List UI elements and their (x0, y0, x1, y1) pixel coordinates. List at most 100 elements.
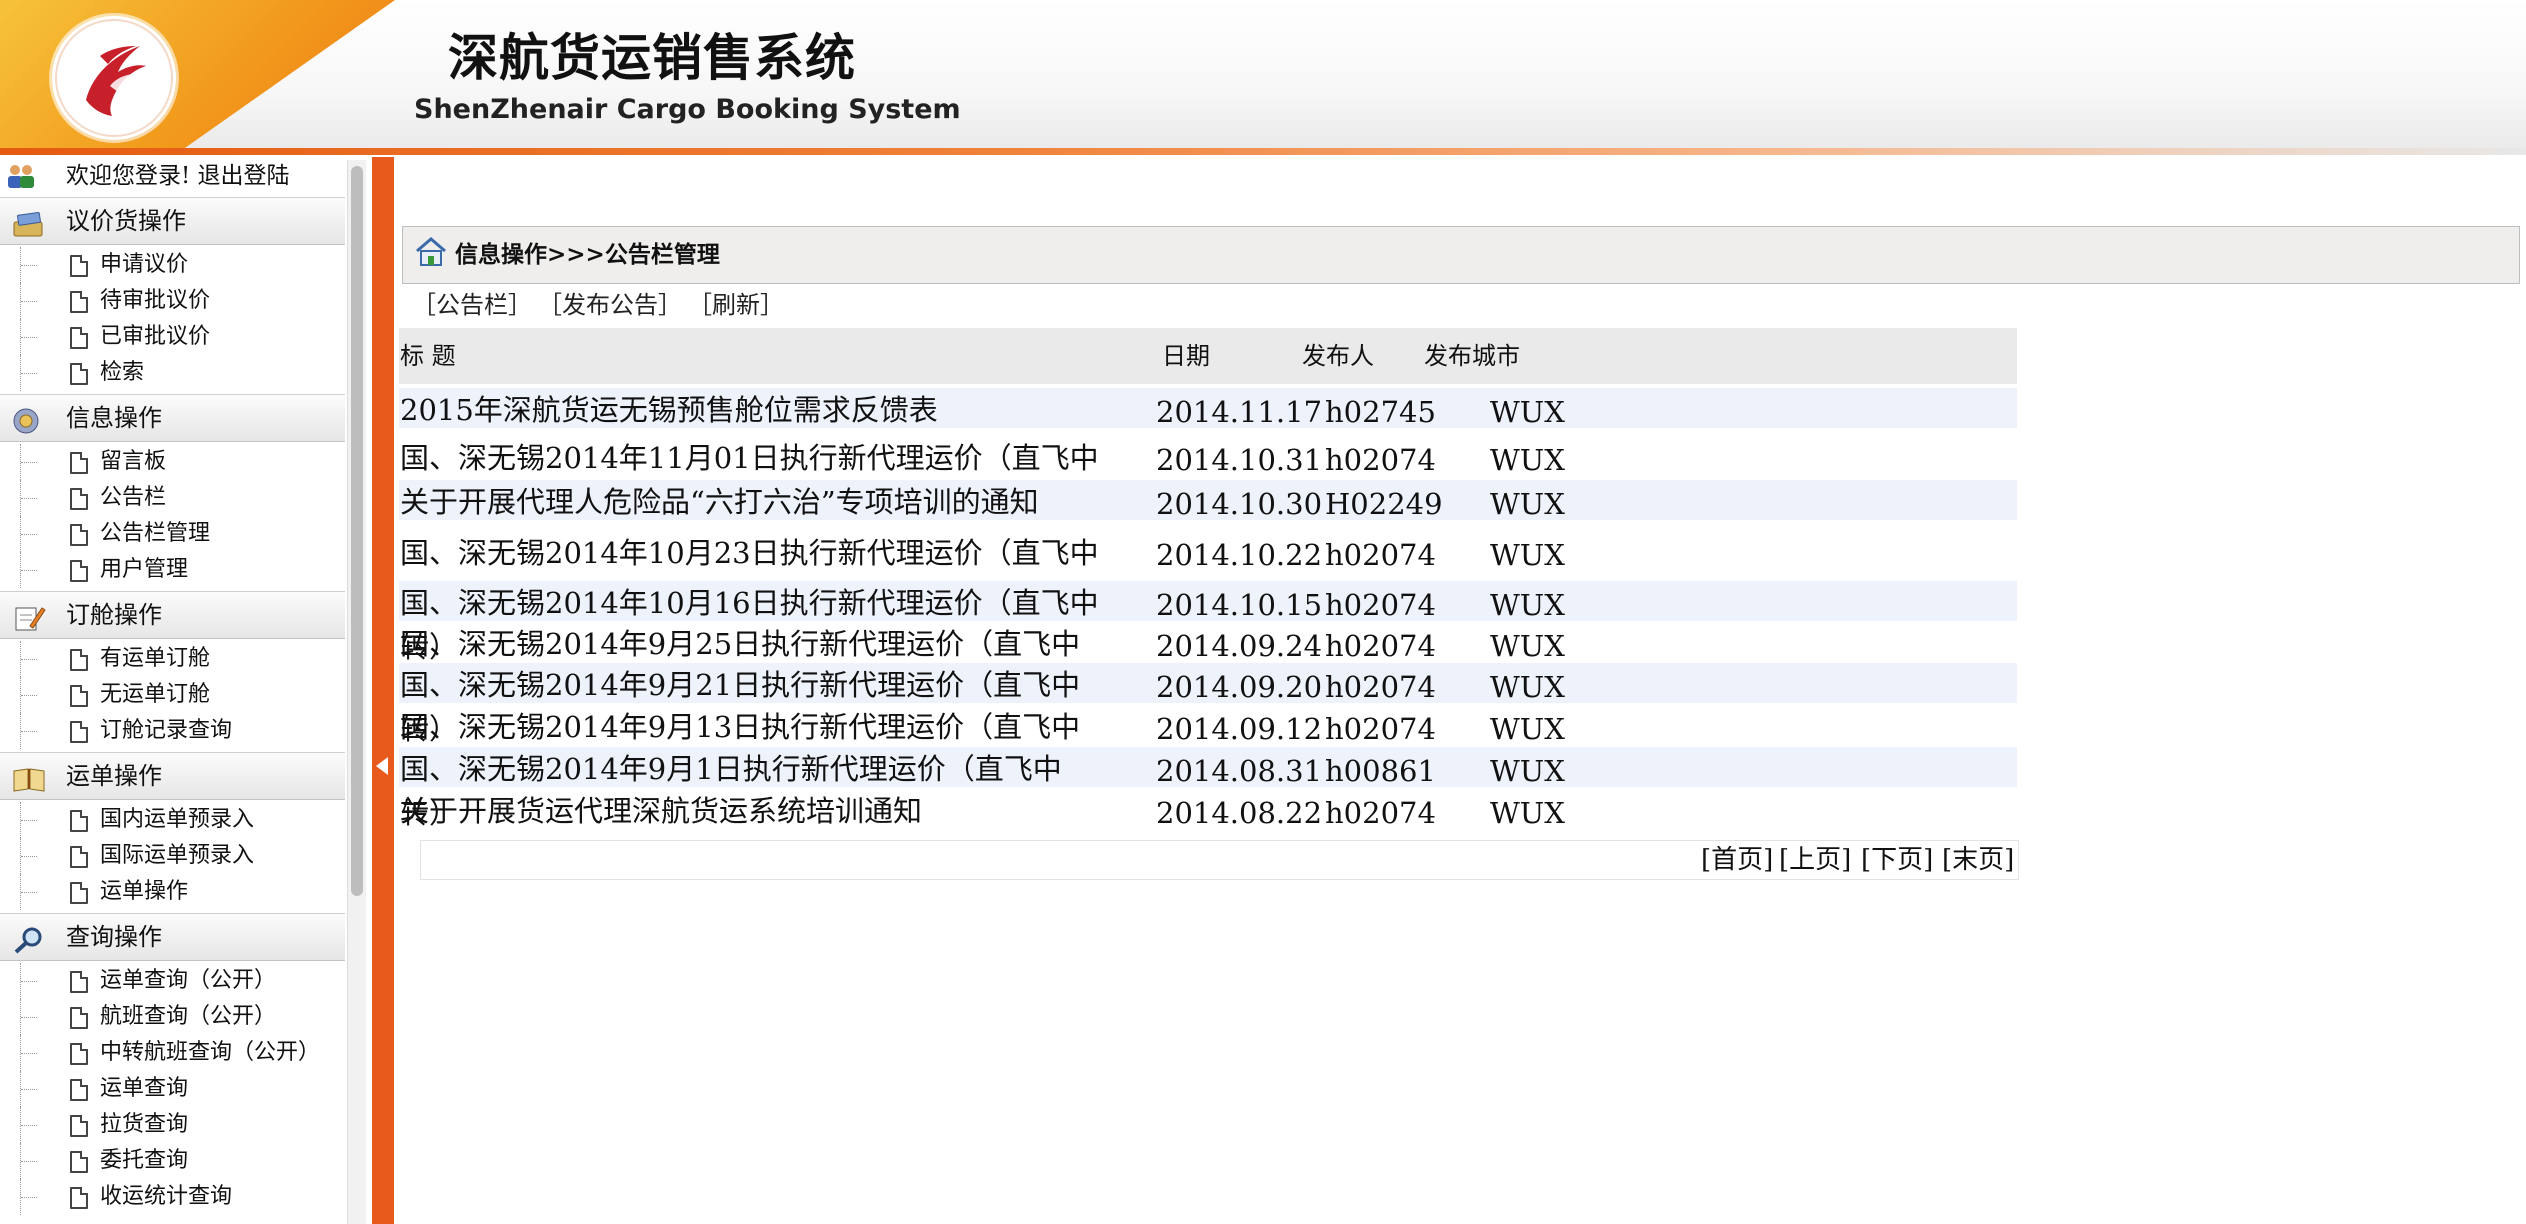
document-icon (70, 971, 88, 993)
column-header-date: 日期 (1162, 342, 1210, 370)
notice-date: 2014.11.17 (1156, 395, 1323, 429)
menu-section-label: 信息操作 (66, 404, 162, 432)
menu-item-apply-bargain[interactable]: 申请议价 (20, 247, 345, 283)
menu-item-acceptance-statistics[interactable]: 收运统计查询 (20, 1179, 345, 1215)
menu-item-booking-with-waybill[interactable]: 有运单订舱 (20, 641, 345, 677)
table-row[interactable]: 国、深无锡2014年9月1日执行新代理运价（直飞中转） 2014.08.31 h… (399, 747, 2017, 830)
menu-item-booking-records[interactable]: 订舱记录查询 (20, 713, 345, 749)
menu-item-pending-bargain[interactable]: 待审批议价 (20, 283, 345, 319)
table-row[interactable]: 国、深无锡2014年9月21日执行新代理运价（直飞中转） 2014.09.20 … (399, 663, 2017, 746)
document-icon (70, 1187, 88, 1209)
table-row[interactable]: 关于开展代理人危险品“六打六治”专项培训的通知 2014.10.30 H0224… (399, 480, 2017, 521)
welcome-row: 欢迎您登录! 退出登陆 (0, 157, 345, 195)
menu-item-label: 留言板 (100, 449, 167, 474)
menu-item-waybill-query-public[interactable]: 运单查询（公开） (20, 963, 345, 999)
publish-bulletin-link[interactable]: ［发布公告］ (538, 288, 682, 322)
notice-city: WUX (1490, 629, 1565, 663)
menu-section-label: 查询操作 (66, 923, 162, 951)
breadcrumb-text: 信息操作>>>公告栏管理 (455, 241, 720, 268)
table-row[interactable]: 国、深无锡2014年10月23日执行新代理运价（直飞中转） 2014.10.22… (399, 531, 2017, 614)
table-row[interactable]: 2015年深航货运无锡预售舱位需求反馈表 2014.11.17 h02745 W… (399, 388, 2017, 429)
notice-title-link[interactable]: 2015年深航货运无锡预售舱位需求反馈表 (400, 388, 1100, 432)
document-icon (70, 721, 88, 743)
document-icon (70, 560, 88, 582)
menu-item-bulletin[interactable]: 公告栏 (20, 480, 345, 516)
notice-publisher: H02249 (1325, 487, 1443, 521)
menu-section-waybill[interactable]: 运单操作 (0, 752, 345, 800)
menu-item-label: 收运统计查询 (100, 1184, 233, 1209)
menu-item-label: 航班查询（公开） (100, 1004, 277, 1029)
menu-item-label: 中转航班查询（公开） (100, 1040, 321, 1065)
table-row[interactable]: 国、深无锡2014年10月16日执行新代理运价（直飞中转） 2014.10.15… (399, 581, 2017, 664)
table-row[interactable]: 国、深无锡2014年9月13日执行新代理运价（直飞中转） 2014.09.12 … (399, 705, 2017, 788)
app-header: 深航货运销售系统 ShenZhenair Cargo Booking Syste… (0, 0, 2526, 155)
menu-item-waybill-operation[interactable]: 运单操作 (20, 874, 345, 910)
menu-section-label: 订舱操作 (66, 601, 162, 629)
menu-item-bulletin-management[interactable]: 公告栏管理 (20, 516, 345, 552)
menu-item-label: 有运单订舱 (100, 646, 211, 671)
menu-item-label: 待审批议价 (100, 288, 211, 313)
notice-publisher: h00861 (1325, 754, 1436, 788)
previous-page-link[interactable]: [上页] (1779, 843, 1851, 877)
sidebar-scrollbar-thumb[interactable] (351, 166, 363, 896)
document-icon (70, 452, 88, 474)
last-page-link[interactable]: [末页] (1942, 843, 2014, 877)
table-row[interactable]: 关于开展货运代理深航货运系统培训通知 2014.08.22 h02074 WUX (399, 789, 2017, 830)
menu-item-offload-query[interactable]: 拉货查询 (20, 1107, 345, 1143)
collapse-arrow-icon[interactable] (376, 757, 388, 775)
menu-item-transfer-flight-query-public[interactable]: 中转航班查询（公开） (20, 1035, 345, 1071)
column-header-title: 标 题 (400, 342, 456, 370)
notice-date: 2014.09.20 (1156, 670, 1323, 704)
table-row[interactable]: 国、深无锡2014年11月01日执行新代理运价（直飞中转） 2014.10.31… (399, 436, 2017, 519)
notice-title-link[interactable]: 关于开展代理人危险品“六打六治”专项培训的通知 (400, 480, 1100, 524)
sidebar-collapse-bar[interactable] (372, 157, 394, 1224)
menu-section-query[interactable]: 查询操作 (0, 913, 345, 961)
menu-item-waybill-query[interactable]: 运单查询 (20, 1071, 345, 1107)
menu-section-info[interactable]: 信息操作 (0, 394, 345, 442)
menu-item-label: 公告栏管理 (100, 521, 211, 546)
notice-date: 2014.08.31 (1156, 754, 1323, 788)
refresh-link[interactable]: ［刷新］ (688, 288, 784, 322)
document-icon (70, 685, 88, 707)
notice-publisher: h02074 (1325, 670, 1436, 704)
menu-item-message-board[interactable]: 留言板 (20, 444, 345, 480)
shenzhen-airlines-logo (52, 16, 176, 140)
table-header: 标 题 日期 发布人 发布城市 (399, 328, 2017, 384)
notice-date: 2014.09.12 (1156, 712, 1323, 746)
menu-section-booking[interactable]: 订舱操作 (0, 591, 345, 639)
menu-item-approved-bargain[interactable]: 已审批议价 (20, 319, 345, 355)
menu-item-label: 检索 (100, 360, 145, 385)
bulletin-link[interactable]: ［公告栏］ (412, 288, 532, 322)
menu-item-label: 用户管理 (100, 557, 189, 582)
sidebar-scrollbar[interactable] (347, 160, 366, 1224)
notice-city: WUX (1490, 487, 1565, 521)
notice-city: WUX (1490, 588, 1565, 622)
notice-publisher: h02074 (1325, 629, 1436, 663)
menu-item-international-waybill-entry[interactable]: 国际运单预录入 (20, 838, 345, 874)
menu-item-booking-without-waybill[interactable]: 无运单订舱 (20, 677, 345, 713)
menu-item-search[interactable]: 检索 (20, 355, 345, 391)
document-icon (70, 488, 88, 510)
menu-item-label: 运单操作 (100, 879, 189, 904)
next-page-link[interactable]: [下页] (1861, 843, 1933, 877)
document-icon (70, 810, 88, 832)
notice-date: 2014.09.24 (1156, 629, 1323, 663)
notice-date: 2014.08.22 (1156, 796, 1323, 830)
menu-item-user-management[interactable]: 用户管理 (20, 552, 345, 588)
document-icon (70, 846, 88, 868)
welcome-logout-link[interactable]: 欢迎您登录! 退出登陆 (66, 157, 290, 195)
notice-city: WUX (1490, 754, 1565, 788)
notice-publisher: h02074 (1325, 796, 1436, 830)
document-icon (70, 649, 88, 671)
notice-title-link[interactable]: 关于开展货运代理深航货运系统培训通知 (400, 789, 1100, 833)
menu-item-domestic-waybill-entry[interactable]: 国内运单预录入 (20, 802, 345, 838)
menu-item-label: 运单查询 (100, 1076, 189, 1101)
table-row[interactable]: 国、深无锡2014年9月25日执行新代理运价（直飞中转） 2014.09.24 … (399, 622, 2017, 705)
first-page-link[interactable]: [首页] (1701, 843, 1773, 877)
menu-item-label: 申请议价 (100, 252, 189, 277)
menu-section-bargain[interactable]: 议价货操作 (0, 197, 345, 245)
menu-item-label: 运单查询（公开） (100, 968, 277, 993)
notice-publisher: h02074 (1325, 588, 1436, 622)
menu-item-consignment-query[interactable]: 委托查询 (20, 1143, 345, 1179)
menu-item-flight-query-public[interactable]: 航班查询（公开） (20, 999, 345, 1035)
